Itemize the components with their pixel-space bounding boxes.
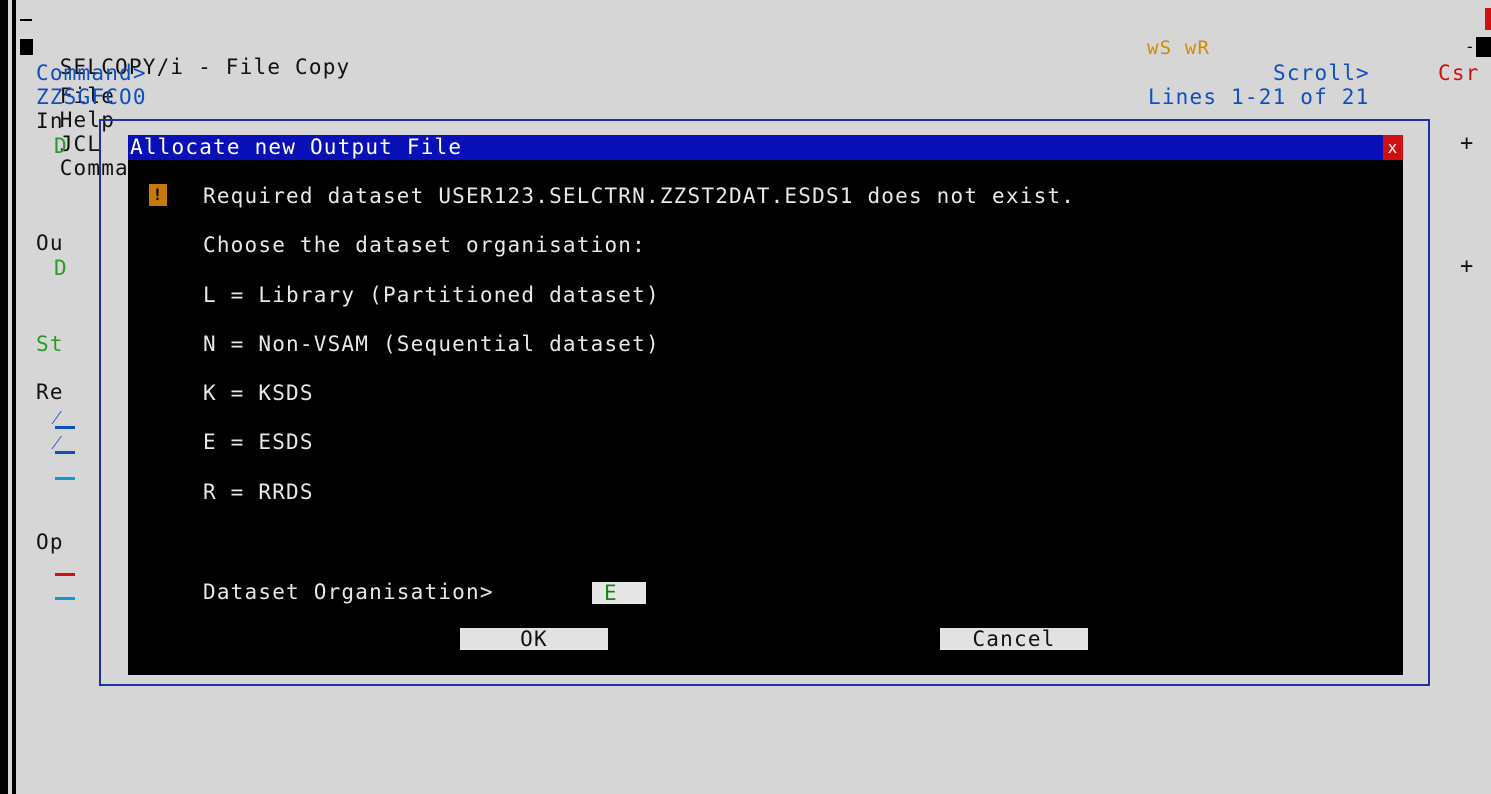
- input-label: In: [36, 109, 64, 133]
- expand-output-icon[interactable]: +: [1460, 254, 1474, 279]
- option-ksds: K = KSDS: [203, 381, 314, 405]
- record-input-field[interactable]: [55, 477, 75, 480]
- panel-id: ZZSGFCO0: [36, 85, 147, 109]
- output-value: D: [54, 256, 68, 280]
- dialog-close-icon[interactable]: x: [1383, 135, 1403, 160]
- left-border: [0, 0, 8, 794]
- left-border-line: [12, 0, 16, 794]
- dialog-message: Required dataset USER123.SELCTRN.ZZST2DA…: [203, 184, 1076, 208]
- output-label: Ou: [36, 231, 64, 255]
- options-label: Op: [36, 530, 64, 554]
- options-field-1[interactable]: [55, 573, 75, 576]
- options-field-2[interactable]: [55, 597, 75, 600]
- option-rrds: R = RRDS: [203, 480, 314, 504]
- dialog-title-bar[interactable]: Allocate new Output File x: [128, 135, 1403, 160]
- expand-input-icon[interactable]: +: [1460, 131, 1474, 156]
- option-esds: E = ESDS: [203, 430, 314, 454]
- maximize-icon[interactable]: [1476, 37, 1491, 57]
- ok-button[interactable]: OK: [460, 628, 608, 650]
- option-library: L = Library (Partitioned dataset): [203, 283, 660, 307]
- dialog-prompt: Choose the dataset organisation:: [203, 233, 646, 257]
- input-value: D: [54, 134, 68, 158]
- title-rule: [20, 19, 32, 21]
- option-non-vsam: N = Non-VSAM (Sequential dataset): [203, 332, 660, 356]
- status-label: St: [36, 332, 64, 356]
- scroll-value[interactable]: Csr: [1438, 61, 1480, 85]
- dataset-organisation-label: Dataset Organisation>: [203, 580, 494, 604]
- warning-icon: !: [149, 184, 167, 206]
- menu-bar-icon: [20, 39, 33, 55]
- scroll-label: Scroll>: [1273, 61, 1370, 85]
- dataset-organisation-input[interactable]: E: [592, 582, 646, 604]
- minimize-icon[interactable]: -: [1465, 37, 1475, 57]
- command-label: Command>: [36, 61, 147, 85]
- record-slash-underline-2: [55, 451, 75, 454]
- dialog-title: Allocate new Output File: [130, 135, 463, 159]
- lines-info: Lines 1-21 of 21: [1148, 85, 1370, 109]
- record-label: Re: [36, 380, 64, 404]
- record-slash-underline-1: [55, 426, 75, 429]
- cancel-button[interactable]: Cancel: [940, 628, 1088, 650]
- allocate-dialog: Allocate new Output File x ! Required da…: [128, 135, 1403, 675]
- status-indicators: wS wR: [1147, 37, 1211, 59]
- title-close-marker[interactable]: [1485, 8, 1491, 30]
